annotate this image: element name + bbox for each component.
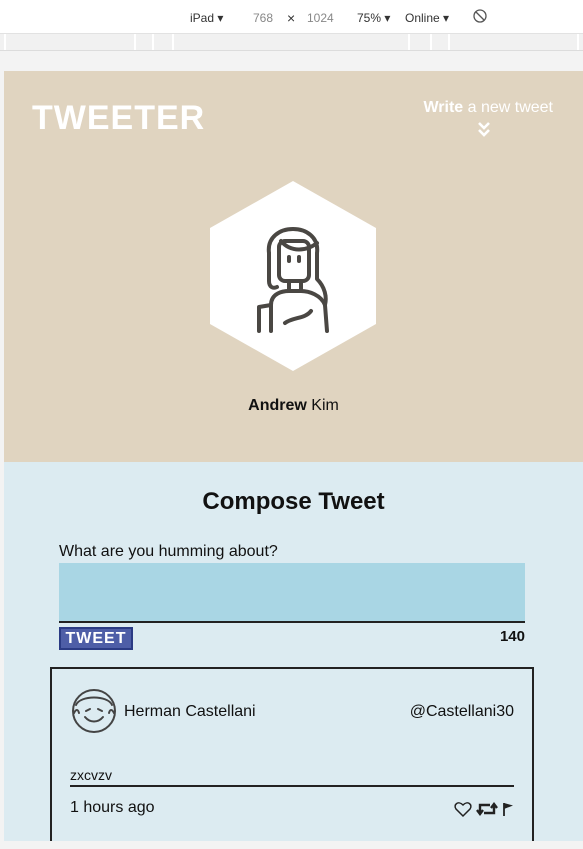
tweet-button[interactable]: TWEET [59, 627, 133, 650]
heart-icon[interactable] [454, 800, 472, 818]
profile-avatar [210, 181, 376, 371]
write-bold: Write [423, 99, 464, 116]
network-select[interactable]: Online ▾ [405, 11, 449, 25]
device-select[interactable]: iPad ▾ [190, 11, 223, 25]
media-query-bar [0, 34, 583, 51]
tweet-actions [454, 800, 514, 818]
device-viewport: TWEETER Write a new tweet Andrew Kim Com… [4, 71, 583, 841]
flag-icon[interactable] [502, 800, 514, 818]
profile-name: Andrew Kim [4, 397, 583, 415]
character-counter: 140 [499, 628, 525, 645]
tweet-author: Herman Castellani [124, 703, 256, 720]
retweet-icon[interactable] [476, 800, 498, 818]
write-new-tweet-link[interactable]: Write a new tweet [423, 99, 553, 117]
tweet-content: zxcvzv [70, 767, 514, 787]
profile-header: TWEETER Write a new tweet Andrew Kim [4, 71, 583, 462]
tweet-textarea[interactable] [59, 563, 525, 623]
first-name: Andrew [248, 397, 307, 414]
dimension-separator: × [287, 10, 296, 26]
chevron-down-icon[interactable] [477, 121, 491, 137]
compose-prompt-label: What are you humming about? [59, 543, 278, 560]
compose-title: Compose Tweet [202, 488, 385, 515]
viewport-width[interactable]: 768 [253, 11, 273, 25]
avatar-icon [72, 689, 116, 733]
tweet-card: Herman Castellani @Castellani30 zxcvzv 1… [50, 667, 534, 841]
write-rest: a new tweet [463, 99, 553, 116]
viewport-height[interactable]: 1024 [307, 11, 334, 25]
tweet-handle: @Castellani30 [409, 703, 514, 720]
tweet-timestamp: 1 hours ago [70, 799, 155, 816]
last-name: Kim [306, 397, 339, 414]
app-logo: TWEETER [32, 99, 206, 137]
zoom-select[interactable]: 75% ▾ [357, 11, 390, 25]
devtools-toolbar: iPad ▾ 768 × 1024 75% ▾ Online ▾ [0, 0, 583, 34]
rotate-icon[interactable] [473, 9, 487, 26]
